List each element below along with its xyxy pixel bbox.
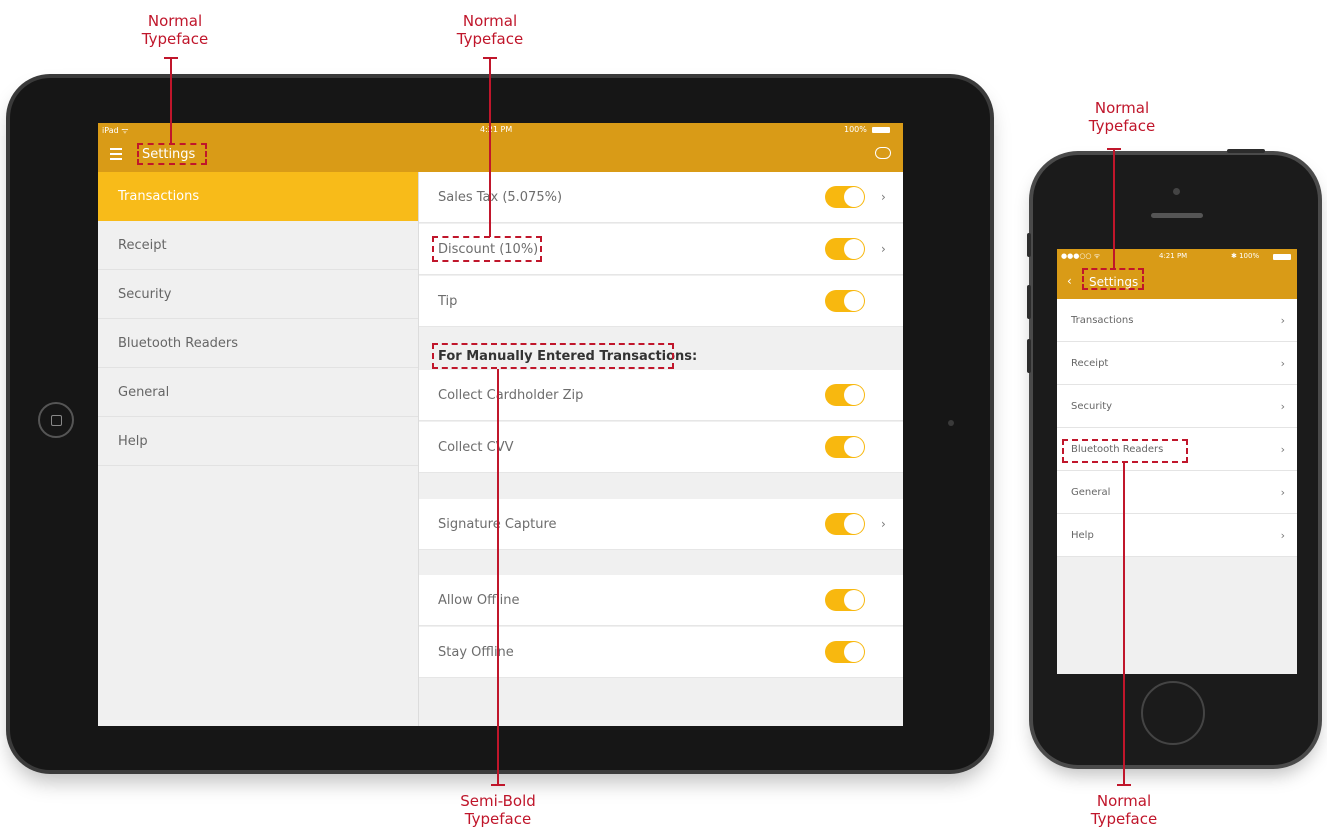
row-label: Collect CVV xyxy=(438,440,514,455)
iphone-speaker xyxy=(1151,213,1203,218)
volume-up-button xyxy=(1027,285,1031,319)
annotation-box-iphone-title xyxy=(1082,268,1144,290)
chat-bubble-icon[interactable] xyxy=(875,147,891,159)
carrier-label: iPad ᯤ xyxy=(102,126,129,135)
toggle-switch[interactable] xyxy=(825,290,865,312)
list-item-help[interactable]: Help › xyxy=(1057,514,1297,557)
annotation-box-bluetooth xyxy=(1062,439,1188,463)
toggle-switch[interactable] xyxy=(825,641,865,663)
battery-icon xyxy=(872,127,890,133)
annotation-leader-line xyxy=(1123,463,1125,785)
toggle-switch[interactable] xyxy=(825,238,865,260)
sidebar-item-general[interactable]: General xyxy=(98,368,418,417)
ipad-status-bar: iPad ᯤ 4:21 PM 100% xyxy=(98,123,903,137)
settings-list: Transactions › Receipt › Security › Blue… xyxy=(1057,299,1297,557)
list-item-receipt[interactable]: Receipt › xyxy=(1057,342,1297,385)
row-label: Allow Offline xyxy=(438,593,520,608)
row-label: Stay Offline xyxy=(438,645,514,660)
toggle-switch[interactable] xyxy=(825,384,865,406)
annotation-cap xyxy=(491,784,505,786)
chevron-right-icon: › xyxy=(1280,400,1285,413)
ipad-device: iPad ᯤ 4:21 PM 100% Settings Transaction… xyxy=(10,78,990,770)
sidebar-item-help[interactable]: Help xyxy=(98,417,418,466)
annotation-label-bluetooth: Normal Typeface xyxy=(1090,792,1158,828)
chevron-right-icon: › xyxy=(1280,357,1285,370)
row-label: Tip xyxy=(438,294,458,309)
annotation-cap xyxy=(1117,784,1131,786)
iphone-home-button[interactable] xyxy=(1141,681,1205,745)
annotation-leader-line xyxy=(489,57,491,237)
sidebar-item-transactions[interactable]: Transactions xyxy=(98,172,418,221)
list-item-label: General xyxy=(1071,487,1111,498)
chevron-right-icon[interactable]: › xyxy=(881,499,886,550)
sidebar: Transactions Receipt Security Bluetooth … xyxy=(98,172,419,726)
chevron-right-icon[interactable]: › xyxy=(881,172,886,223)
settings-row-signature-capture[interactable]: Signature Capture › xyxy=(419,499,903,550)
chevron-right-icon: › xyxy=(1280,443,1285,456)
annotation-box-ipad-title xyxy=(137,143,207,165)
list-item-general[interactable]: General › xyxy=(1057,471,1297,514)
volume-down-button xyxy=(1027,339,1031,373)
chevron-right-icon: › xyxy=(1280,529,1285,542)
toggle-switch[interactable] xyxy=(825,436,865,458)
list-item-label: Receipt xyxy=(1071,358,1109,369)
annotation-leader-line xyxy=(170,57,172,145)
toggle-switch[interactable] xyxy=(825,513,865,535)
ipad-home-button[interactable] xyxy=(38,402,74,438)
list-item-label: Help xyxy=(1071,530,1094,541)
list-item-label: Transactions xyxy=(1071,315,1134,326)
chevron-right-icon: › xyxy=(1280,486,1285,499)
ipad-nav-bar: Settings xyxy=(98,137,903,172)
iphone-status-bar: ●●●○○ ᯤ 4:21 PM ✱ 100% xyxy=(1057,249,1297,265)
annotation-leader-line xyxy=(1113,148,1115,268)
annotation-label-iphone-title: Normal Typeface xyxy=(1088,99,1156,135)
chevron-right-icon[interactable]: › xyxy=(881,224,886,275)
annotation-label-section-header: Semi-Bold Typeface xyxy=(460,792,536,828)
status-time: 4:21 PM xyxy=(480,125,513,134)
back-chevron-icon[interactable]: ‹ xyxy=(1067,274,1072,288)
toggle-switch[interactable] xyxy=(825,186,865,208)
settings-row-allow-offline[interactable]: Allow Offline xyxy=(419,575,903,626)
sidebar-item-security[interactable]: Security xyxy=(98,270,418,319)
settings-row-stay-offline[interactable]: Stay Offline xyxy=(419,627,903,678)
sidebar-item-receipt[interactable]: Receipt xyxy=(98,221,418,270)
row-label: Collect Cardholder Zip xyxy=(438,388,584,403)
settings-row-tip[interactable]: Tip xyxy=(419,276,903,327)
list-item-security[interactable]: Security › xyxy=(1057,385,1297,428)
sidebar-item-bluetooth-readers[interactable]: Bluetooth Readers xyxy=(98,319,418,368)
list-item-label: Security xyxy=(1071,401,1113,412)
ipad-screen: iPad ᯤ 4:21 PM 100% Settings Transaction… xyxy=(98,123,903,726)
settings-row-cardholder-zip[interactable]: Collect Cardholder Zip xyxy=(419,370,903,421)
toggle-switch[interactable] xyxy=(825,589,865,611)
settings-row-cvv[interactable]: Collect CVV xyxy=(419,422,903,473)
mute-switch xyxy=(1027,233,1031,257)
status-time: 4:21 PM xyxy=(1159,252,1188,260)
list-item-transactions[interactable]: Transactions › xyxy=(1057,299,1297,342)
chevron-right-icon: › xyxy=(1280,314,1285,327)
row-label: Sales Tax (5.075%) xyxy=(438,190,563,205)
battery-icon xyxy=(1273,254,1291,260)
annotation-box-discount xyxy=(432,236,542,262)
power-button xyxy=(1227,149,1265,153)
battery-label: ✱ 100% xyxy=(1231,252,1260,260)
carrier-label: ●●●○○ ᯤ xyxy=(1061,252,1101,260)
annotation-label-discount: Normal Typeface xyxy=(456,12,524,48)
iphone-camera xyxy=(1173,188,1180,195)
annotation-label-ipad-title: Normal Typeface xyxy=(141,12,209,48)
hamburger-icon[interactable] xyxy=(110,148,122,160)
annotation-box-section-header xyxy=(432,343,674,369)
annotation-leader-line xyxy=(497,369,499,785)
ipad-camera xyxy=(948,420,954,426)
settings-row-sales-tax[interactable]: Sales Tax (5.075%) › xyxy=(419,172,903,223)
battery-label: 100% xyxy=(844,125,867,134)
